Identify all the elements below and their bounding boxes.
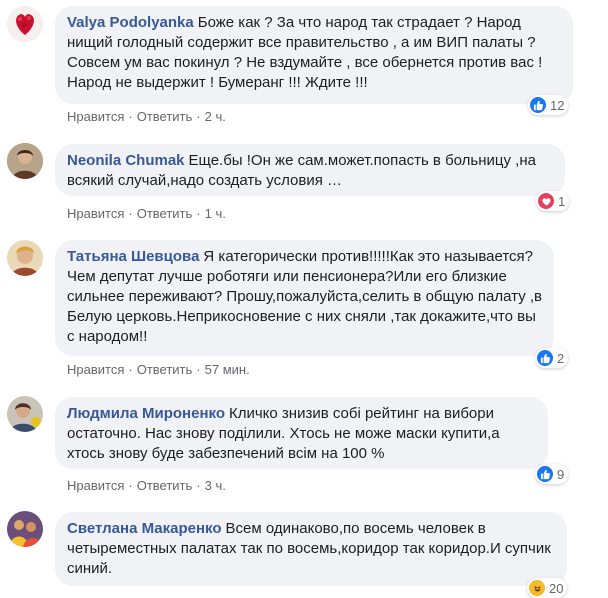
timestamp[interactable]: 2 ч. [205, 109, 226, 124]
comment-actions: Нравится · Ответить · 2 ч. [67, 109, 226, 124]
reaction-summary[interactable]: 2 [535, 348, 569, 368]
comment-author[interactable]: Татьяна Шевцова [67, 248, 199, 265]
like-icon [537, 350, 553, 366]
reaction-summary[interactable]: 9 [535, 464, 569, 484]
like-icon [537, 466, 553, 482]
reply-link[interactable]: Ответить [137, 478, 193, 493]
reply-link[interactable]: Ответить [137, 206, 193, 221]
reaction-count: 12 [550, 97, 565, 113]
separator: · [196, 362, 201, 377]
reaction-summary[interactable]: 20 [527, 578, 568, 598]
avatar[interactable] [7, 143, 43, 179]
comment-bubble: Людмила Мироненко Кличко знизив собі рейт… [55, 397, 548, 469]
avatar[interactable] [7, 511, 43, 547]
comment-actions: Нравится · Ответить · 3 ч. [67, 478, 226, 493]
comment-actions: Нравится · Ответить · 57 мин. [67, 362, 250, 377]
reaction-count: 20 [549, 580, 564, 596]
reply-link[interactable]: Ответить [137, 109, 193, 124]
avatar[interactable] [7, 240, 43, 276]
comment-author[interactable]: Светлана Макаренко [67, 520, 222, 537]
comment-bubble: Татьяна Шевцова Я категорически против!!!… [55, 240, 554, 356]
comment-bubble: Valya Podolyanka Боже как ? За что народ … [55, 6, 573, 104]
reaction-summary[interactable]: 1 [536, 191, 570, 211]
like-icon [530, 97, 546, 113]
heart-icon [538, 193, 554, 209]
like-link[interactable]: Нравится [67, 362, 124, 377]
comment-author[interactable]: Valya Podolyanka [67, 14, 194, 31]
timestamp[interactable]: 3 ч. [205, 478, 226, 493]
reaction-summary[interactable]: 12 [528, 95, 569, 115]
separator: · [128, 362, 133, 377]
separator: · [128, 478, 133, 493]
separator: · [128, 109, 133, 124]
separator: · [196, 206, 201, 221]
like-link[interactable]: Нравится [67, 206, 124, 221]
reaction-count: 9 [557, 466, 565, 482]
comment-bubble: Neonila Chumak Еще.бы !Он же сам.может.по… [55, 144, 565, 196]
comment-author[interactable]: Neonila Chumak [67, 152, 185, 169]
avatar[interactable] [7, 396, 43, 432]
haha-icon [529, 580, 545, 596]
comment-actions: Нравится · Ответить · 1 ч. [67, 206, 226, 221]
timestamp[interactable]: 57 мин. [205, 362, 250, 377]
timestamp[interactable]: 1 ч. [205, 206, 226, 221]
like-link[interactable]: Нравится [67, 109, 124, 124]
like-link[interactable]: Нравится [67, 478, 124, 493]
separator: · [196, 109, 201, 124]
reply-link[interactable]: Ответить [137, 362, 193, 377]
separator: · [196, 478, 201, 493]
comment-bubble: Светлана Макаренко Всем одинаково,по восе… [55, 512, 567, 586]
comment-author[interactable]: Людмила Мироненко [67, 405, 225, 422]
reaction-count: 1 [558, 193, 566, 209]
reaction-count: 2 [557, 350, 565, 366]
avatar[interactable] [7, 6, 43, 42]
separator: · [128, 206, 133, 221]
